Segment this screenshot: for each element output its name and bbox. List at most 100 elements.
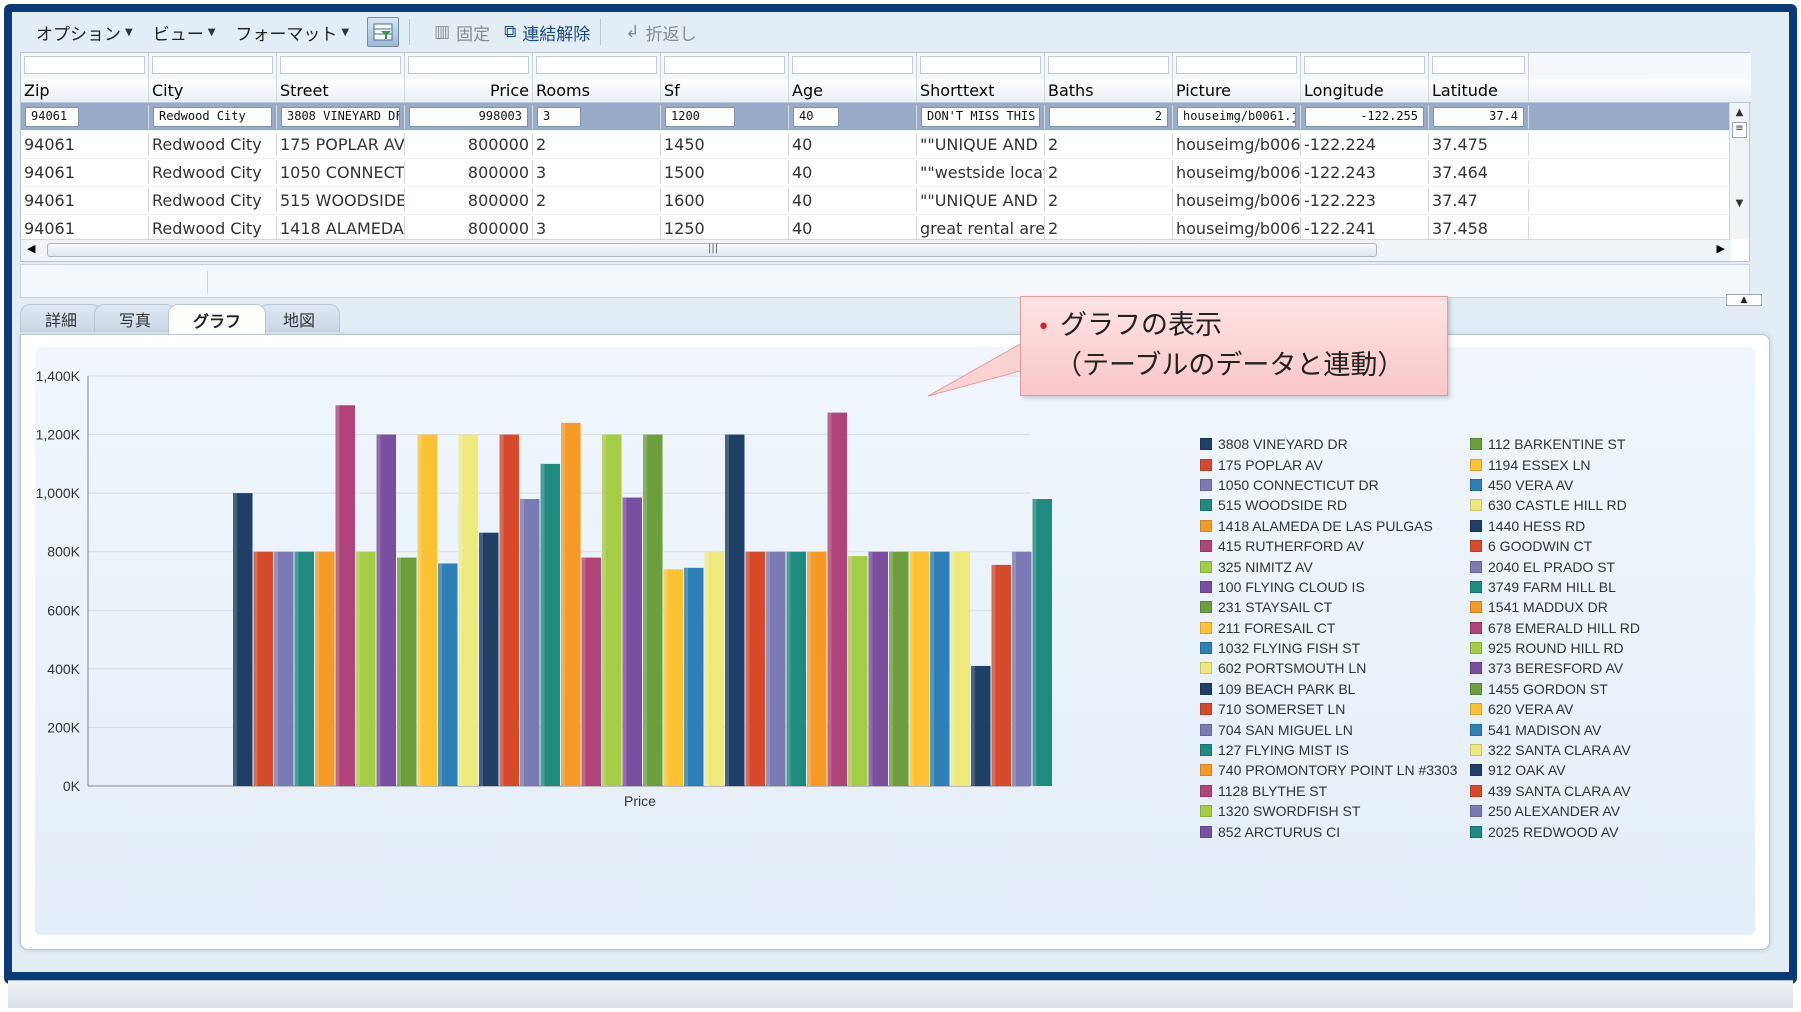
legend-item[interactable]: 231 STAYSAIL CT [1200,597,1470,617]
legend-item[interactable]: 630 CASTLE HILL RD [1470,495,1680,515]
editable-cell[interactable]: 998003 [405,104,533,129]
legend-item[interactable]: 250 ALEXANDER AV [1470,801,1680,821]
editable-cell[interactable]: 94061 [21,104,149,129]
horizontal-scrollbar[interactable]: ◀ ||| ▶ [21,239,1731,261]
legend-item[interactable]: 2025 REDWOOD AV [1470,821,1680,841]
filter-box[interactable] [536,56,657,74]
collapse-panel-button[interactable]: ▲ [1726,294,1762,306]
column-header-city[interactable]: City [149,79,277,102]
tab-0[interactable]: 詳細 [20,304,103,332]
legend-item[interactable]: 710 SOMERSET LN [1200,699,1470,719]
cell-editor[interactable]: -122.255 [1305,106,1424,127]
cell-editor[interactable]: DON'T MISS THIS E [921,106,1040,127]
editable-cell[interactable]: 3 [533,104,661,129]
filter-box[interactable] [1304,56,1425,74]
legend-item[interactable]: 322 SANTA CLARA AV [1470,740,1680,760]
legend-item[interactable]: 6 GOODWIN CT [1470,536,1680,556]
filter-box[interactable] [24,56,145,74]
filter-box[interactable] [280,56,401,74]
legend-item[interactable]: 515 WOODSIDE RD [1200,495,1470,515]
filter-input-zip[interactable] [21,53,149,79]
editable-cell[interactable]: 2 [1045,104,1173,129]
freeze-button[interactable]: ▥ 固定 [434,20,490,45]
filter-box[interactable] [1432,56,1525,74]
legend-item[interactable]: 3808 VINEYARD DR [1200,434,1470,454]
editable-cell[interactable]: 37.4 [1429,104,1529,129]
column-header-sf[interactable]: Sf [661,79,789,102]
wrap-button[interactable]: ↲ 折返し [625,20,696,45]
filter-input-sf[interactable] [661,53,789,79]
legend-item[interactable]: 439 SANTA CLARA AV [1470,781,1680,801]
unlink-button[interactable]: ⧉ 連結解除 [504,20,590,45]
legend-item[interactable]: 678 EMERALD HILL RD [1470,618,1680,638]
table-row[interactable]: 94061Redwood City1418 ALAMEDA ···8000003… [21,215,1731,239]
filter-box[interactable] [1048,56,1169,74]
legend-item[interactable]: 1128 BLYTHE ST [1200,781,1470,801]
filter-box[interactable] [152,56,273,74]
filter-input-street[interactable] [277,53,405,79]
column-header-latitude[interactable]: Latitude [1429,79,1529,102]
table-row[interactable]: 94061Redwood City1050 CONNECTI···8000003… [21,159,1731,187]
legend-item[interactable]: 1050 CONNECTICUT DR [1200,475,1470,495]
scroll-left-arrow-icon[interactable]: ◀ [27,242,35,255]
cell-editor[interactable]: 2 [1049,106,1168,127]
filter-input-baths[interactable] [1045,53,1173,79]
legend-item[interactable]: 1541 MADDUX DR [1470,597,1680,617]
filter-box[interactable] [1176,56,1297,74]
column-header-price[interactable]: Price [405,79,533,102]
filter-box[interactable] [664,56,785,74]
legend-item[interactable]: 1418 ALAMEDA DE LAS PULGAS [1200,516,1470,536]
legend-item[interactable]: 325 NIMITZ AV [1200,556,1470,576]
legend-item[interactable]: 127 FLYING MIST IS [1200,740,1470,760]
legend-item[interactable]: 852 ARCTURUS CI [1200,821,1470,841]
column-header-zip[interactable]: Zip [21,79,149,102]
legend-item[interactable]: 925 ROUND HILL RD [1470,638,1680,658]
legend-item[interactable]: 912 OAK AV [1470,760,1680,780]
legend-item[interactable]: 112 BARKENTINE ST [1470,434,1680,454]
legend-item[interactable]: 100 FLYING CLOUD IS [1200,577,1470,597]
legend-item[interactable]: 620 VERA AV [1470,699,1680,719]
column-header-shorttext[interactable]: Shorttext [917,79,1045,102]
cell-editor[interactable]: 3 [537,106,581,127]
column-header-longitude[interactable]: Longitude [1301,79,1429,102]
legend-item[interactable]: 1032 FLYING FISH ST [1200,638,1470,658]
column-header-baths[interactable]: Baths [1045,79,1173,102]
legend-item[interactable]: 602 PORTSMOUTH LN [1200,658,1470,678]
filter-box[interactable] [920,56,1041,74]
scroll-thumb[interactable]: ≡ [1732,122,1747,138]
legend-item[interactable]: 109 BEACH PARK BL [1200,679,1470,699]
legend-item[interactable]: 373 BERESFORD AV [1470,658,1680,678]
scroll-up-arrow-icon[interactable]: ▲ [1730,107,1749,118]
scroll-down-arrow-icon[interactable]: ▼ [1730,198,1749,209]
column-header-age[interactable]: Age [789,79,917,102]
format-menu[interactable]: フォーマット ▼ [235,20,349,45]
editable-cell[interactable]: 3808 VINEYARD DF [277,104,405,129]
legend-item[interactable]: 1320 SWORDFISH ST [1200,801,1470,821]
cell-editor[interactable]: 998003 [409,106,528,127]
column-header-street[interactable]: Street [277,79,405,102]
filter-input-shorttext[interactable] [917,53,1045,79]
cell-editor[interactable]: 37.4 [1433,106,1524,127]
legend-item[interactable]: 450 VERA AV [1470,475,1680,495]
cell-editor[interactable]: 40 [793,106,839,127]
editable-cell[interactable]: DON'T MISS THIS E [917,104,1045,129]
legend-item[interactable]: 415 RUTHERFORD AV [1200,536,1470,556]
legend-item[interactable]: 2040 EL PRADO ST [1470,556,1680,576]
table-row[interactable]: 94061 Redwood City 175 POPLAR AV 800000 2 145… [21,131,1731,159]
cell-editor[interactable]: houseimg/b0061.jp [1177,106,1296,127]
cell-editor[interactable]: 1200 [665,106,735,127]
scroll-right-arrow-icon[interactable]: ▶ [1717,242,1725,255]
legend-item[interactable]: 740 PROMONTORY POINT LN #3303 [1200,760,1470,780]
tab-3[interactable]: 地図 [258,304,341,332]
filter-box[interactable] [792,56,913,74]
legend-item[interactable]: 3749 FARM HILL BL [1470,577,1680,597]
cell-editor[interactable]: Redwood City [153,106,272,127]
legend-item[interactable]: 704 SAN MIGUEL LN [1200,719,1470,739]
tab-1[interactable]: 写真 [94,304,177,332]
vertical-scrollbar[interactable]: ▲ ≡ ▼ [1729,103,1749,239]
column-header-rooms[interactable]: Rooms [533,79,661,102]
cell-editor[interactable]: 3808 VINEYARD DF [281,106,400,127]
filter-input-longitude[interactable] [1301,53,1429,79]
column-header-picture[interactable]: Picture [1173,79,1301,102]
legend-item[interactable]: 1194 ESSEX LN [1470,454,1680,474]
